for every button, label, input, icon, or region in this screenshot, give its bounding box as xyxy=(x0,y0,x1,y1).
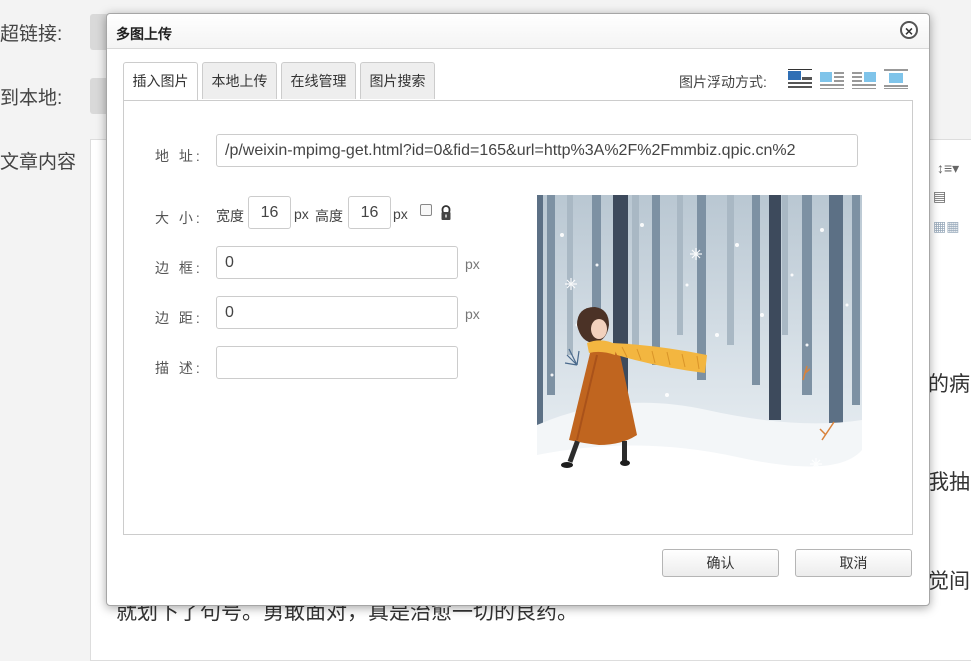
article-text-line: 的病 xyxy=(928,373,970,396)
article-text-line: 觉间 xyxy=(928,570,970,593)
article-text-line: 我抽 xyxy=(928,471,970,494)
tab-online-manage[interactable]: 在线管理 xyxy=(281,62,356,99)
article-content-label: 文章内容 xyxy=(0,152,77,173)
address-label: 地 址: xyxy=(155,148,203,164)
width-label: 宽度 xyxy=(216,208,244,224)
dialog-title-bar[interactable]: 多图上传 × xyxy=(107,14,929,49)
winter-forest-girl-illustration xyxy=(537,195,862,495)
close-icon[interactable]: × xyxy=(900,21,918,39)
align-icon[interactable]: ▤ xyxy=(933,188,946,205)
size-label: 大 小: xyxy=(155,210,203,226)
image-preview xyxy=(537,195,862,495)
height-input[interactable]: 16 xyxy=(348,196,391,229)
height-unit: px xyxy=(393,206,408,222)
float-right-icon[interactable] xyxy=(851,68,877,90)
border-label: 边 框: xyxy=(155,260,203,276)
tab-local-upload[interactable]: 本地上传 xyxy=(202,62,277,99)
save-local-label: 到本地: xyxy=(0,88,63,109)
description-input[interactable] xyxy=(216,346,458,379)
border-unit: px xyxy=(465,256,480,272)
dialog-title: 多图上传 xyxy=(116,26,172,42)
hyperlink-label: 超链接: xyxy=(0,24,63,45)
height-label: 高度 xyxy=(315,208,343,224)
float-mode-label: 图片浮动方式: xyxy=(679,74,767,90)
line-height-icon[interactable]: ↕≡▾ xyxy=(937,160,959,177)
multi-image-upload-dialog: 多图上传 × 插入图片 本地上传 在线管理 图片搜索 图片浮动方式: 地 址: … xyxy=(106,13,930,606)
insert-image-panel: 地 址: /p/weixin-mpimg-get.html?id=0&fid=1… xyxy=(123,100,913,535)
address-input[interactable]: /p/weixin-mpimg-get.html?id=0&fid=165&ur… xyxy=(216,134,858,167)
width-input[interactable]: 16 xyxy=(248,196,291,229)
float-none-icon[interactable] xyxy=(787,68,813,90)
description-label: 描 述: xyxy=(155,360,203,376)
margin-label: 边 距: xyxy=(155,310,203,326)
border-input[interactable]: 0 xyxy=(216,246,458,279)
float-center-icon[interactable] xyxy=(883,68,909,90)
margin-input[interactable]: 0 xyxy=(216,296,458,329)
margin-unit: px xyxy=(465,306,480,322)
width-unit: px xyxy=(294,206,309,222)
table-icon[interactable]: ▦▦ xyxy=(933,218,959,235)
lock-icon xyxy=(441,205,451,220)
cancel-button[interactable]: 取消 xyxy=(795,549,912,577)
float-left-icon[interactable] xyxy=(819,68,845,90)
confirm-button[interactable]: 确认 xyxy=(662,549,779,577)
tab-image-search[interactable]: 图片搜索 xyxy=(360,62,435,99)
lock-ratio-checkbox[interactable] xyxy=(420,204,432,216)
tab-insert-image[interactable]: 插入图片 xyxy=(123,62,198,101)
